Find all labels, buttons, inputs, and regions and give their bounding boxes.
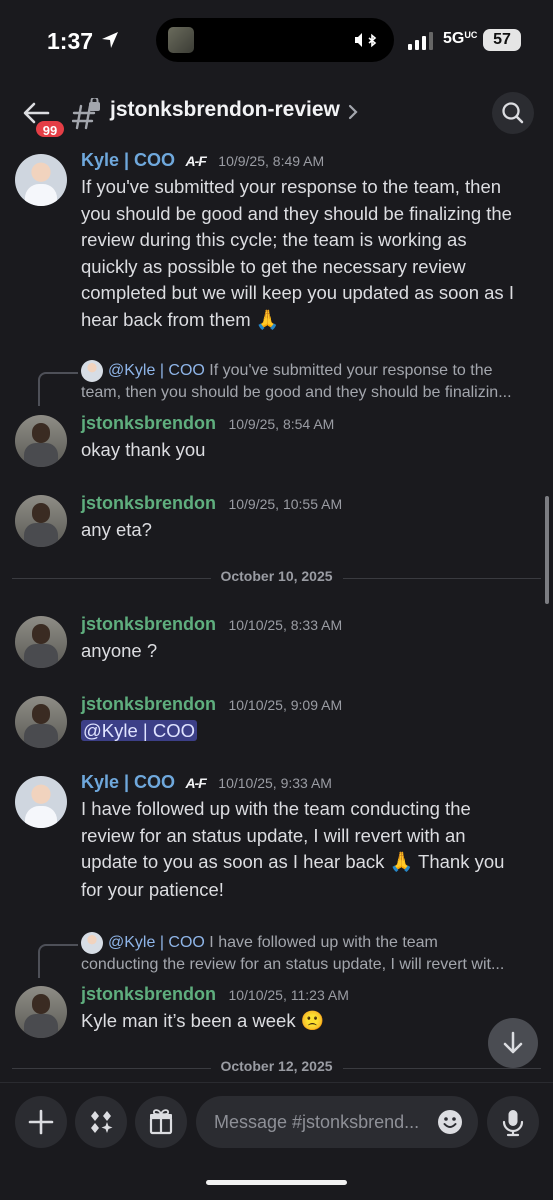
apps-icon [91, 1111, 113, 1133]
reply-connector [38, 372, 78, 406]
pray-emoji: 🙏 [389, 852, 414, 873]
avatar[interactable] [15, 696, 67, 748]
avatar[interactable] [15, 154, 67, 206]
avatar[interactable] [15, 495, 67, 547]
reply-text-line2: conducting the review for an status upda… [81, 956, 505, 973]
timestamp: 10/10/25, 11:23 AM [228, 987, 349, 1003]
search-icon [502, 102, 524, 124]
reply-text-line2: team, then you should be good and they s… [81, 384, 512, 401]
message-line: for your patience! [81, 878, 224, 900]
plus-icon [28, 1109, 54, 1135]
location-arrow-icon [102, 32, 118, 48]
avatar[interactable] [15, 415, 67, 467]
message-content: anyone ? [81, 640, 158, 661]
message-content: If you've submitted your response to the… [81, 174, 531, 334]
author-name[interactable]: Kyle | COO [81, 150, 175, 170]
server-tag: A-F [185, 153, 207, 169]
timestamp: 10/10/25, 9:33 AM [218, 775, 332, 791]
reply-preview[interactable]: @Kyle | COO I have followed up with the … [0, 930, 553, 978]
reply-text: @Kyle | COO If you've submitted your res… [108, 362, 493, 379]
timestamp: 10/9/25, 10:55 AM [228, 496, 343, 512]
message-input-placeholder: Message #jstonksbrend... [214, 1112, 420, 1132]
reply-avatar [81, 360, 103, 382]
message-header: Kyle | COO A-F 10/9/25, 8:49 AM [81, 150, 324, 174]
message-list[interactable]: Kyle | COO A-F 10/9/25, 8:49 AM If you'v… [0, 148, 553, 1082]
message-content: any eta? [81, 519, 152, 540]
date-divider: October 10, 2025 [12, 568, 541, 588]
message-line: completed but we will keep you updated a… [81, 282, 514, 303]
message-line: review for an status update, I will reve… [81, 824, 466, 846]
home-indicator[interactable] [206, 1180, 347, 1185]
channel-header: jstonksbrendon-review [0, 84, 553, 148]
reply-preview[interactable]: @Kyle | COO If you've submitted your res… [0, 358, 553, 406]
message-header: jstonksbrendon 10/10/25, 9:09 AM [81, 694, 342, 718]
date-divider: October 12, 2025 [12, 1058, 541, 1078]
reply-text: @Kyle | COO I have followed up with the … [108, 934, 438, 951]
author-name[interactable]: jstonksbrendon [81, 984, 216, 1004]
now-playing-thumbnail [168, 27, 194, 53]
server-tag: A-F [185, 775, 207, 791]
apps-button[interactable] [75, 1096, 127, 1148]
message-line: hear back from them 🙏 [81, 308, 280, 331]
gift-button[interactable] [135, 1096, 187, 1148]
jump-to-present-icon [503, 1031, 523, 1054]
gift-icon [149, 1109, 173, 1135]
user-mention[interactable]: @Kyle | COO [81, 720, 197, 741]
author-name[interactable]: jstonksbrendon [81, 413, 216, 433]
message-header: Kyle | COO A-F 10/10/25, 9:33 AM [81, 772, 332, 796]
timestamp: 10/9/25, 8:54 AM [228, 416, 335, 432]
unread-badge: 99 [34, 119, 66, 139]
author-name[interactable]: jstonksbrendon [81, 493, 216, 513]
add-attachment-button[interactable] [15, 1096, 67, 1148]
message-header: jstonksbrendon 10/9/25, 8:54 AM [81, 413, 334, 437]
timestamp: 10/10/25, 9:09 AM [228, 697, 343, 713]
emoji-icon[interactable] [436, 1108, 464, 1136]
author-name[interactable]: jstonksbrendon [81, 694, 216, 714]
timestamp: 10/9/25, 8:49 AM [218, 153, 325, 169]
avatar[interactable] [15, 776, 67, 828]
frown-emoji: 🙁 [300, 1011, 325, 1032]
pray-emoji: 🙏 [255, 309, 280, 331]
message-content: @Kyle | COO [81, 718, 531, 745]
date-divider-label: October 10, 2025 [210, 568, 343, 584]
scrollbar[interactable] [545, 496, 549, 604]
message-line: quickly as possible to get the necessary… [81, 255, 466, 277]
search-button[interactable] [492, 92, 534, 134]
network-type: 5GUC [443, 30, 478, 47]
chevron-right-icon[interactable] [346, 103, 360, 121]
private-channel-icon [72, 98, 100, 130]
status-time: 1:37 [47, 28, 94, 54]
voice-message-button[interactable] [487, 1096, 539, 1148]
message-line: update to you as soon as I hear back 🙏 T… [81, 851, 505, 873]
message-line: I have followed up with the team conduct… [81, 798, 471, 819]
message-content: okay thank you [81, 439, 206, 460]
date-divider-label: October 12, 2025 [210, 1058, 343, 1074]
timestamp: 10/10/25, 8:33 AM [228, 617, 343, 633]
message-content: I have followed up with the team conduct… [81, 796, 531, 903]
message-line: you should be good and they should be fi… [81, 202, 512, 224]
avatar[interactable] [15, 616, 67, 668]
message-input[interactable]: Message #jstonksbrend... [196, 1096, 478, 1148]
reply-connector [38, 944, 78, 978]
message-header: jstonksbrendon 10/10/25, 8:33 AM [81, 614, 342, 638]
message-line: review during this cycle; the team is wo… [81, 229, 467, 250]
status-bar: 1:37 5GUC 57 [0, 0, 553, 84]
avatar[interactable] [15, 986, 67, 1038]
reply-avatar [81, 932, 103, 954]
microphone-icon [502, 1110, 524, 1137]
author-name[interactable]: Kyle | COO [81, 772, 175, 792]
author-name[interactable]: jstonksbrendon [81, 614, 216, 634]
message-header: jstonksbrendon 10/9/25, 10:55 AM [81, 493, 342, 517]
bluetooth-icon [355, 33, 377, 48]
battery-level: 57 [483, 29, 521, 51]
jump-to-present-button[interactable] [488, 1018, 538, 1068]
message-line: If you've submitted your response to the… [81, 176, 502, 197]
channel-title[interactable]: jstonksbrendon-review [110, 98, 340, 122]
message-content: Kyle man it’s been a week 🙁 [81, 1010, 325, 1032]
message-header: jstonksbrendon 10/10/25, 11:23 AM [81, 984, 349, 1008]
signal-icon [408, 32, 433, 50]
dynamic-island[interactable] [156, 18, 394, 62]
